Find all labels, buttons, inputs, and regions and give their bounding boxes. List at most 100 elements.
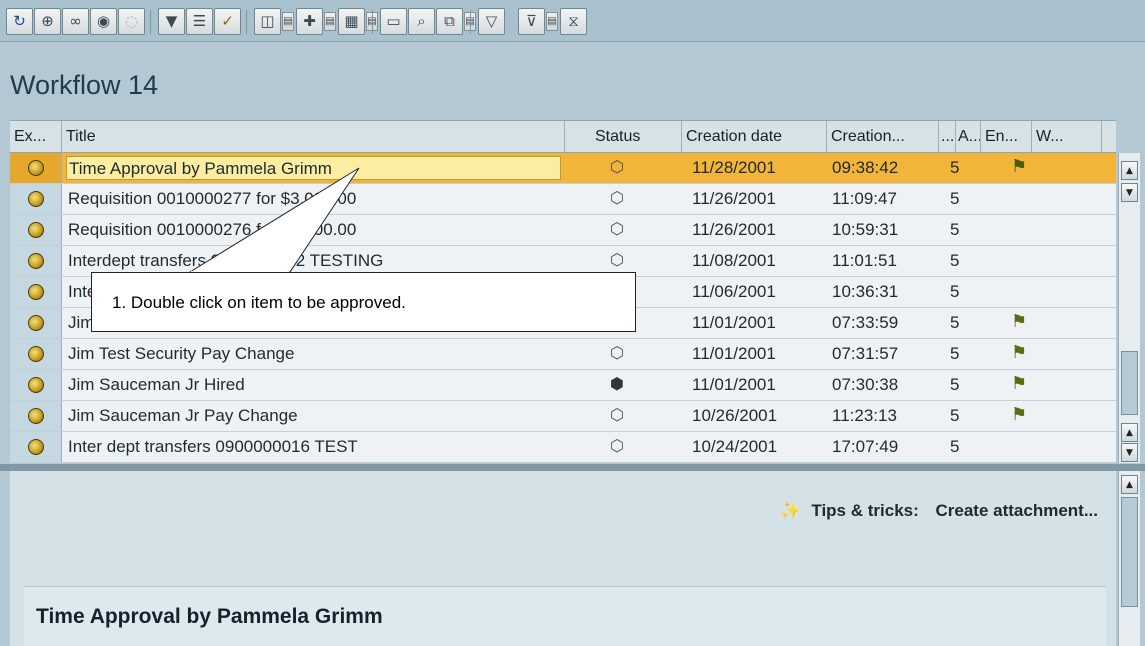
table-row[interactable]: Jim Sauceman Jr Pay Change ⬡ 10/26/2001 11:… [10, 401, 1116, 432]
row-title[interactable]: Jim Test Security Pay Change [66, 342, 561, 366]
row-selector[interactable] [10, 401, 62, 431]
pane-splitter[interactable] [0, 464, 1145, 471]
preview-pane: ✨ Tips & tricks: Create attachment... Ti… [10, 471, 1116, 646]
status-icon: ⬡ [610, 157, 624, 176]
filter-title-icon[interactable]: ▼ [158, 8, 185, 35]
row-creation-date: 11/28/2001 [692, 158, 776, 177]
row-selector[interactable] [10, 432, 62, 462]
row-selector[interactable] [10, 370, 62, 400]
create-attachment-link[interactable]: Create attachment... [936, 501, 1099, 520]
row-creation-date: 11/01/2001 [692, 313, 776, 332]
row-title[interactable]: Jim Sauceman Jr Pay Change [66, 404, 561, 428]
toolbar-separator [150, 10, 151, 34]
display-object-icon[interactable]: ◉ [90, 8, 117, 35]
preview-title: Time Approval by Pammela Grimm [36, 605, 383, 628]
row-creation-date: 11/01/2001 [692, 344, 776, 363]
flag-icon: ⚑ [1011, 404, 1028, 425]
row-creation-date: 11/26/2001 [692, 189, 776, 208]
table-row[interactable]: Jim Test Security Pay Change ⬡ 11/01/2001 0… [10, 339, 1116, 370]
row-title[interactable]: Time Approval by Pammela Grimm [66, 156, 561, 180]
column-header-w[interactable]: W... [1032, 121, 1102, 152]
row-creation-time: 11:23:13 [832, 406, 897, 425]
create-menu-icon[interactable]: ▤ [324, 12, 336, 31]
row-title[interactable]: Requisition 0010000276 for $2,500.00 [66, 218, 561, 242]
table-row[interactable]: Requisition 0010000277 for $3,000.00 ⬡ 11/… [10, 184, 1116, 215]
workitem-icon [27, 377, 44, 393]
column-header-creation-date[interactable]: Creation date [682, 121, 827, 152]
scroll-thumb[interactable] [1121, 351, 1138, 415]
binoculars-icon[interactable]: ⧖ [560, 8, 587, 35]
forward-icon[interactable]: ∞ [62, 8, 89, 35]
filter-delete-icon[interactable]: ⊽ [518, 8, 545, 35]
workitem-icon [27, 439, 44, 455]
workitem-icon [27, 284, 44, 300]
row-priority: 5 [950, 282, 960, 301]
row-selector[interactable] [10, 308, 62, 338]
table-row[interactable]: Requisition 0010000276 for $2,500.00 ⬡ 11/… [10, 215, 1116, 246]
row-creation-time: 17:07:49 [832, 437, 899, 456]
row-selector[interactable] [10, 339, 62, 369]
column-header-ex[interactable]: Ex... [10, 121, 62, 152]
execute-icon[interactable]: ⊕ [34, 8, 61, 35]
row-creation-time: 10:36:31 [832, 282, 899, 301]
row-selector[interactable] [10, 215, 62, 245]
row-creation-time: 11:09:47 [832, 189, 897, 208]
column-header-attachment[interactable]: A... [956, 121, 981, 152]
flag-icon: ⚑ [1011, 311, 1028, 332]
row-selector[interactable] [10, 246, 62, 276]
print-icon[interactable]: ▭ [380, 8, 407, 35]
copy-icon[interactable]: ⧉ [436, 8, 463, 35]
flag-icon: ⚑ [1011, 342, 1028, 363]
column-header-title[interactable]: Title [62, 121, 565, 152]
tips-and-tricks: ✨ Tips & tricks: Create attachment... [779, 501, 1098, 521]
preview-scroll-thumb[interactable] [1121, 497, 1138, 607]
scroll-down-button[interactable]: ▼ [1121, 183, 1138, 202]
instruction-callout: 1. Double click on item to be approved. [91, 272, 636, 332]
row-priority: 5 [950, 220, 960, 239]
view-menu-icon[interactable]: ▤ [282, 12, 294, 31]
row-selector[interactable] [10, 277, 62, 307]
create-icon[interactable]: ✚ [296, 8, 323, 35]
filter-icon[interactable]: ▽ [478, 8, 505, 35]
page-up-button[interactable]: ▲ [1121, 423, 1138, 442]
row-creation-date: 10/24/2001 [692, 437, 778, 456]
column-header-priority[interactable]: ... [939, 121, 956, 152]
preview-scroll-up-button[interactable]: ▲ [1121, 475, 1138, 494]
application-toolbar: ↻⊕∞◉◌▼☰✓◫▤✚▤▦▤▭⌕⧉▤▽⊽▤⧖ [0, 0, 1145, 42]
column-header-end-flag[interactable]: En... [981, 121, 1032, 152]
row-creation-date: 11/26/2001 [692, 220, 776, 239]
table-row[interactable]: Jim Sauceman Jr Hired ⬢ 11/01/2001 07:30:38… [10, 370, 1116, 401]
row-priority: 5 [950, 375, 960, 394]
column-header-creation-time[interactable]: Creation... [827, 121, 939, 152]
sort-list-icon[interactable]: ☰ [186, 8, 213, 35]
preview-header: Time Approval by Pammela Grimm [24, 586, 1106, 646]
status-icon: ⬡ [610, 436, 624, 455]
scroll-up-button[interactable]: ▲ [1121, 161, 1138, 180]
tips-label: Tips & tricks: [811, 501, 919, 520]
refresh-icon[interactable]: ↻ [6, 8, 33, 35]
view-icon[interactable]: ◫ [254, 8, 281, 35]
table-row[interactable]: Time Approval by Pammela Grimm ⬡ 11/28/200… [10, 153, 1116, 184]
approve-icon[interactable]: ✓ [214, 8, 241, 35]
row-title[interactable]: Requisition 0010000277 for $3,000.00 [66, 187, 561, 211]
workitem-icon [27, 346, 44, 362]
row-selector[interactable] [10, 184, 62, 214]
toolbar-separator [246, 10, 247, 34]
list-scrollbar[interactable]: ▲ ▼ ▲ ▼ [1118, 153, 1140, 463]
preview-scrollbar[interactable]: ▲ [1118, 471, 1140, 646]
filter-delete-menu-icon[interactable]: ▤ [546, 12, 558, 31]
row-title[interactable]: Interdept transfers 0900000022 TESTING [66, 249, 561, 273]
row-creation-time: 07:31:57 [832, 344, 899, 363]
table-row[interactable]: Inter dept transfers 0900000016 TEST ⬡ 10/… [10, 432, 1116, 463]
row-priority: 5 [950, 344, 960, 363]
layout-icon[interactable]: ▦ [338, 8, 365, 35]
page-title: Workflow 14 [10, 70, 159, 100]
column-header-status[interactable]: Status [565, 121, 682, 152]
find-icon[interactable]: ⌕ [408, 8, 435, 35]
row-creation-time: 07:33:59 [832, 313, 899, 332]
row-title[interactable]: Jim Sauceman Jr Hired [66, 373, 561, 397]
row-selector[interactable] [10, 153, 62, 183]
workitem-icon [27, 191, 44, 207]
page-down-button[interactable]: ▼ [1121, 443, 1138, 462]
row-title[interactable]: Inter dept transfers 0900000016 TEST [66, 435, 561, 459]
